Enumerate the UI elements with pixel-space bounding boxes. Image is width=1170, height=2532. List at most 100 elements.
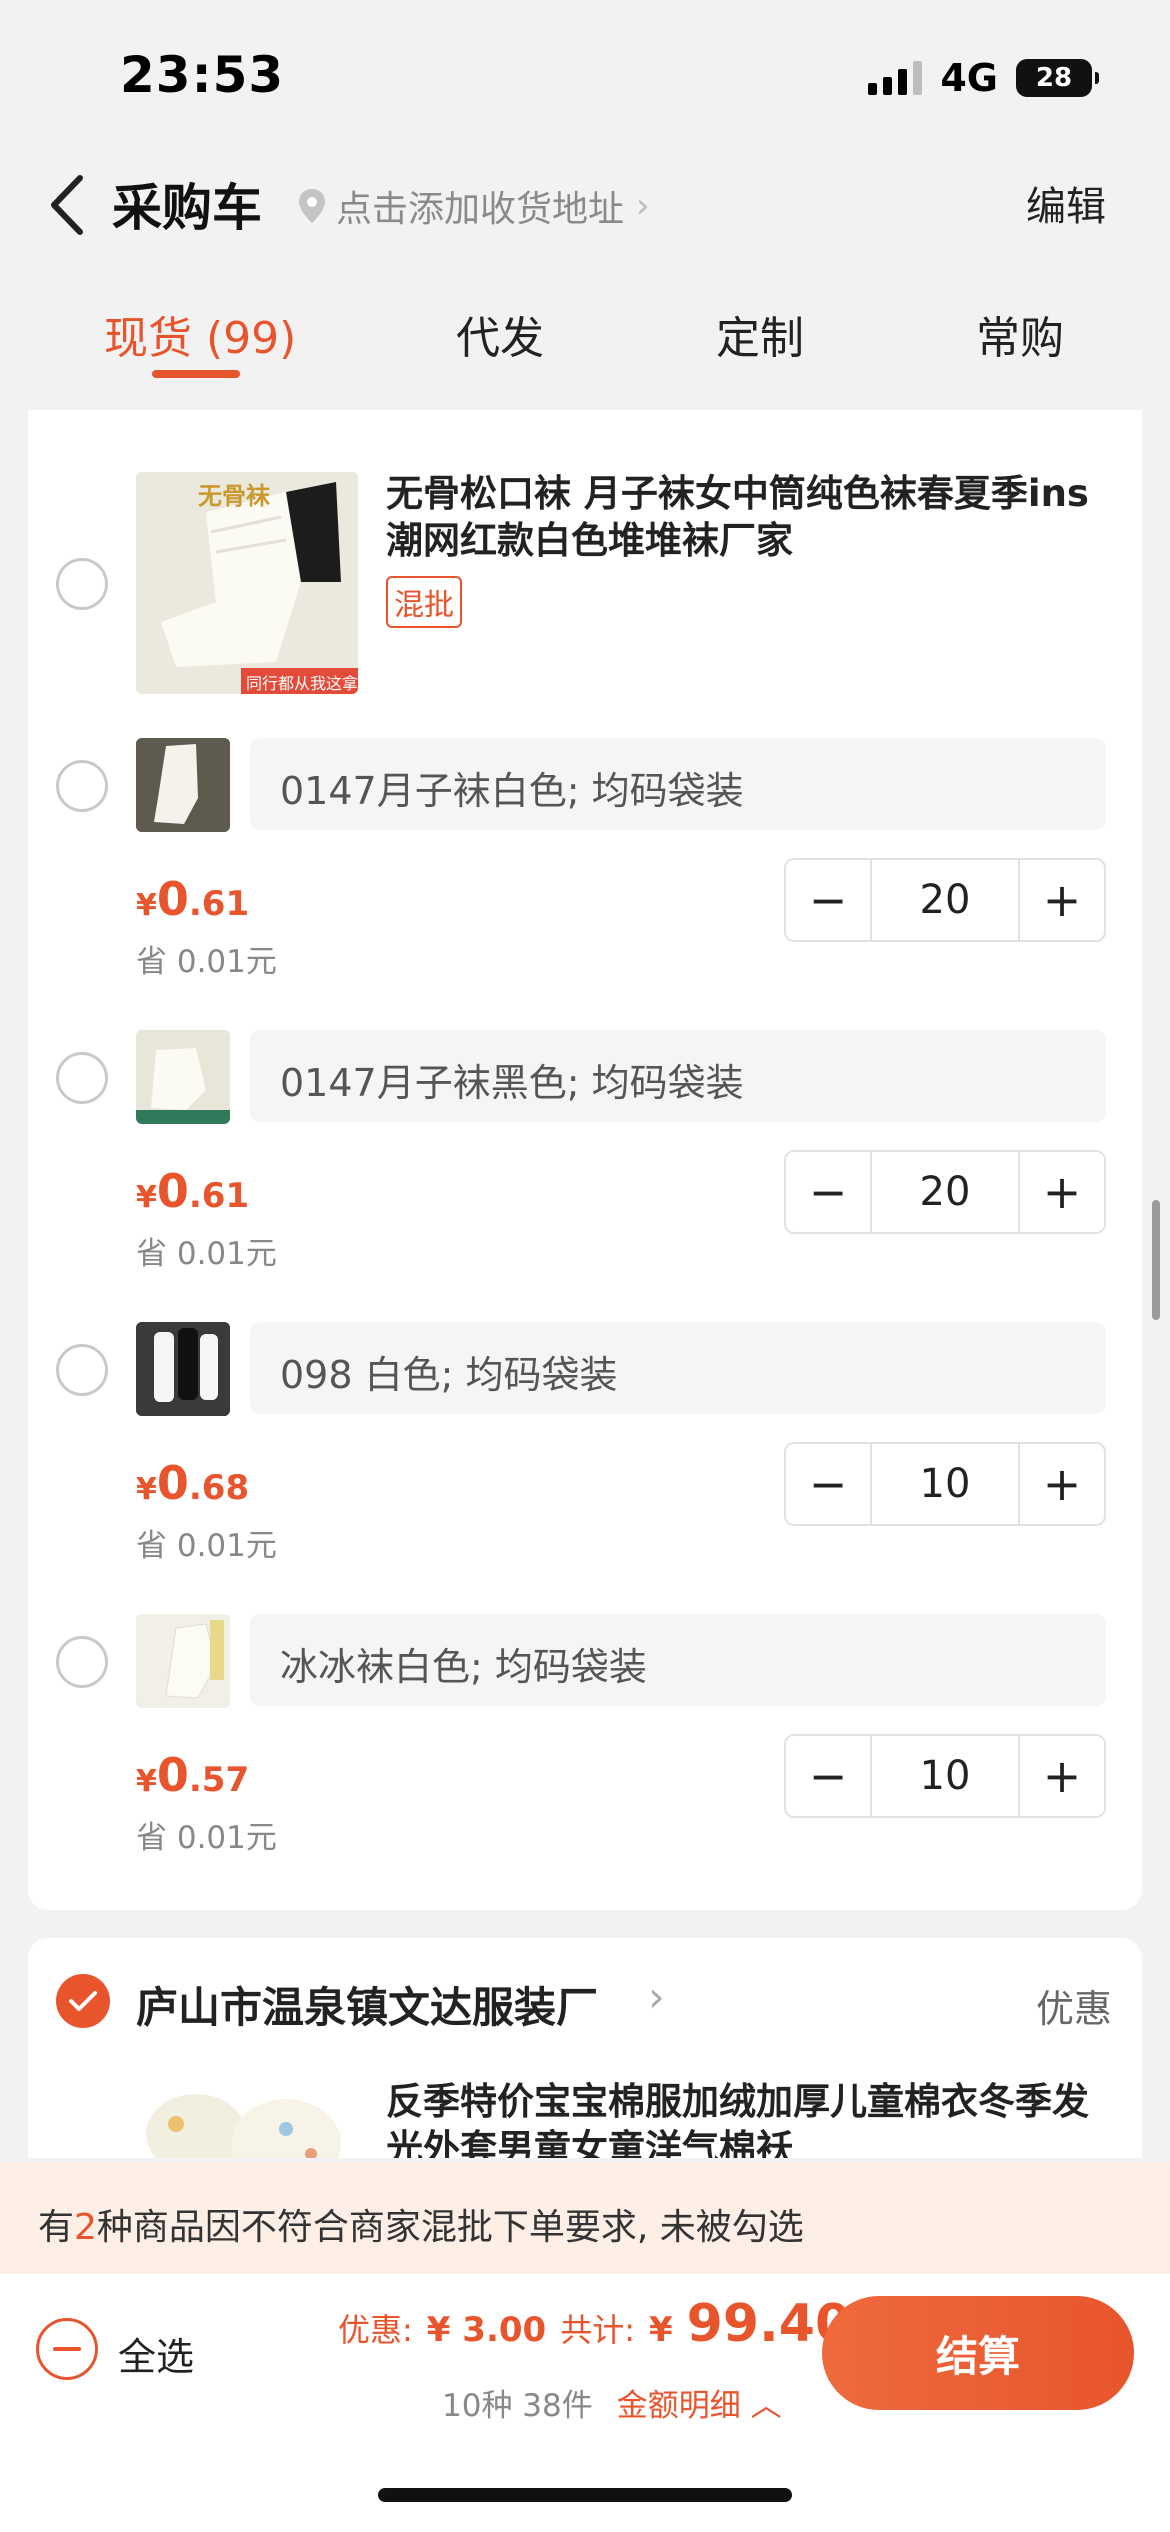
shop-card: 无骨袜 同行都从我这拿货 无骨松口袜 月子袜女中筒纯色袜春夏季ins潮网红款白色…: [28, 410, 1142, 1910]
active-tab-indicator: [152, 370, 240, 378]
quantity-input[interactable]: 10: [870, 1444, 1020, 1524]
quantity-stepper: − 20 +: [784, 1150, 1106, 1234]
tab-dropship[interactable]: 代发: [456, 302, 544, 366]
savings-text: 省 0.01元: [136, 1528, 277, 1564]
checkout-button[interactable]: 结算: [822, 2296, 1134, 2410]
price-integer: 0: [156, 872, 189, 926]
product-checkbox[interactable]: [56, 558, 108, 610]
variant-price: ¥0.68: [136, 1456, 249, 1510]
variant-price: ¥0.57: [136, 1748, 249, 1802]
increase-button[interactable]: +: [1020, 860, 1104, 940]
nav-header: 采购车 点击添加收货地址 › 编辑: [0, 150, 1170, 250]
image-overlay-text: 无骨袜: [198, 482, 270, 510]
mixed-batch-badge: 混批: [386, 576, 462, 628]
quantity-input[interactable]: 20: [870, 860, 1020, 940]
quantity-stepper: − 20 +: [784, 858, 1106, 942]
variant-checkbox[interactable]: [56, 760, 108, 812]
price-decimal: .57: [188, 1760, 250, 1800]
price-integer: 0: [156, 1164, 189, 1218]
price-decimal: .68: [188, 1468, 250, 1508]
increase-button[interactable]: +: [1020, 1152, 1104, 1232]
savings-text: 省 0.01元: [136, 944, 277, 980]
tab-frequent[interactable]: 常购: [976, 302, 1064, 366]
product-title[interactable]: 无骨松口袜 月子袜女中筒纯色袜春夏季ins潮网红款白色堆堆袜厂家: [386, 470, 1106, 564]
product-title[interactable]: 反季特价宝宝棉服加绒加厚儿童棉衣冬季发光外套男童女童洋气棉袄: [386, 2078, 1106, 2158]
decrease-button[interactable]: −: [786, 860, 870, 940]
total-currency: ¥: [648, 2310, 673, 2350]
page-title: 采购车: [112, 179, 262, 237]
variant-checkbox[interactable]: [56, 1052, 108, 1104]
select-all-checkbox[interactable]: [36, 2318, 98, 2380]
increase-button[interactable]: +: [1020, 1444, 1104, 1524]
quantity-stepper: − 10 +: [784, 1442, 1106, 1526]
sku-selector[interactable]: 0147月子袜白色; 均码袋装: [250, 738, 1106, 830]
chevron-up-icon: ︿: [750, 2388, 782, 2424]
tab-custom[interactable]: 定制: [716, 302, 804, 366]
sku-selector[interactable]: 冰冰袜白色; 均码袋装: [250, 1614, 1106, 1706]
price-summary: 优惠: ¥ 3.00 共计: ¥ 99.40: [338, 2294, 851, 2354]
jacket-photo: [146, 2094, 341, 2158]
edit-button[interactable]: 编辑: [1026, 174, 1106, 232]
shop-discount-link[interactable]: 优惠: [1036, 1978, 1112, 2033]
chevron-right-icon: ›: [636, 186, 650, 226]
price-currency: ¥: [136, 1180, 157, 1215]
scrollbar[interactable]: [1152, 1200, 1160, 1320]
increase-button[interactable]: +: [1020, 1736, 1104, 1816]
select-all-label[interactable]: 全选: [118, 2326, 194, 2381]
quantity-input[interactable]: 20: [870, 1152, 1020, 1232]
shop-name[interactable]: 庐山市温泉镇文达服装厂: [136, 1974, 598, 2035]
variant-image[interactable]: [136, 1322, 230, 1416]
notice-prefix: 有: [38, 2207, 75, 2248]
count-line: 10种 38件 金额明细 ︿: [442, 2380, 782, 2425]
battery-icon: 28: [1016, 59, 1099, 97]
location-pin-icon: [299, 189, 325, 223]
discount-value: ¥ 3.00: [426, 2310, 547, 2350]
decrease-button[interactable]: −: [786, 1152, 870, 1232]
price-currency: ¥: [136, 1764, 157, 1799]
decrease-button[interactable]: −: [786, 1736, 870, 1816]
mixed-batch-notice: 有2种商品因不符合商家混批下单要求, 未被勾选: [0, 2162, 1170, 2274]
chevron-right-icon[interactable]: ›: [648, 1972, 665, 2021]
notice-text: 种商品因不符合商家混批下单要求, 未被勾选: [96, 2207, 804, 2248]
savings-text: 省 0.01元: [136, 1820, 277, 1856]
variant-thumb: [136, 738, 230, 832]
amount-detail-link[interactable]: 金额明细 ︿: [617, 2380, 782, 2425]
checkmark-icon: [69, 1991, 97, 2011]
price-integer: 0: [156, 1456, 189, 1510]
variant-image[interactable]: [136, 1614, 230, 1708]
address-selector[interactable]: 点击添加收货地址 ›: [296, 180, 650, 232]
variant-thumb: [136, 1322, 230, 1416]
variant-image[interactable]: [136, 738, 230, 832]
price-currency: ¥: [136, 888, 157, 923]
cellular-signal-icon: [868, 61, 923, 95]
savings-text: 省 0.01元: [136, 1236, 277, 1272]
tab-bar: 现货 (99) 代发 定制 常购: [0, 280, 1170, 380]
quantity-input[interactable]: 10: [870, 1736, 1020, 1816]
tab-in-stock[interactable]: 现货 (99): [104, 302, 296, 366]
variant-price: ¥0.61: [136, 872, 249, 926]
variant-image[interactable]: [136, 1030, 230, 1124]
sku-selector[interactable]: 098 白色; 均码袋装: [250, 1322, 1106, 1414]
shop-checkbox[interactable]: [56, 1974, 110, 2028]
discount-label: 优惠:: [338, 2311, 413, 2349]
status-time: 23:53: [120, 46, 285, 104]
status-bar: 23:53 4G 28: [0, 0, 1170, 150]
product-image[interactable]: [136, 2074, 358, 2158]
product-image[interactable]: 无骨袜 同行都从我这拿货: [136, 472, 358, 694]
sku-selector[interactable]: 0147月子袜黑色; 均码袋装: [250, 1030, 1106, 1122]
shop-card-2: 庐山市温泉镇文达服装厂 › 优惠 反季特价宝宝棉服加绒加厚儿童棉衣冬季发光外套男…: [28, 1938, 1142, 2158]
variant-checkbox[interactable]: [56, 1344, 108, 1396]
quantity-stepper: − 10 +: [784, 1734, 1106, 1818]
item-count: 10种 38件: [442, 2388, 593, 2424]
home-indicator: [378, 2488, 792, 2502]
variant-checkbox[interactable]: [56, 1636, 108, 1688]
price-currency: ¥: [136, 1472, 157, 1507]
variant-thumb: [136, 1030, 230, 1124]
price-decimal: .61: [188, 1176, 250, 1216]
decrease-button[interactable]: −: [786, 1444, 870, 1524]
status-indicators: 4G 28: [868, 56, 1099, 100]
address-label: 点击添加收货地址: [336, 189, 625, 230]
notice-count: 2: [74, 2207, 97, 2248]
back-arrow-icon[interactable]: [44, 170, 94, 240]
price-integer: 0: [156, 1748, 189, 1802]
